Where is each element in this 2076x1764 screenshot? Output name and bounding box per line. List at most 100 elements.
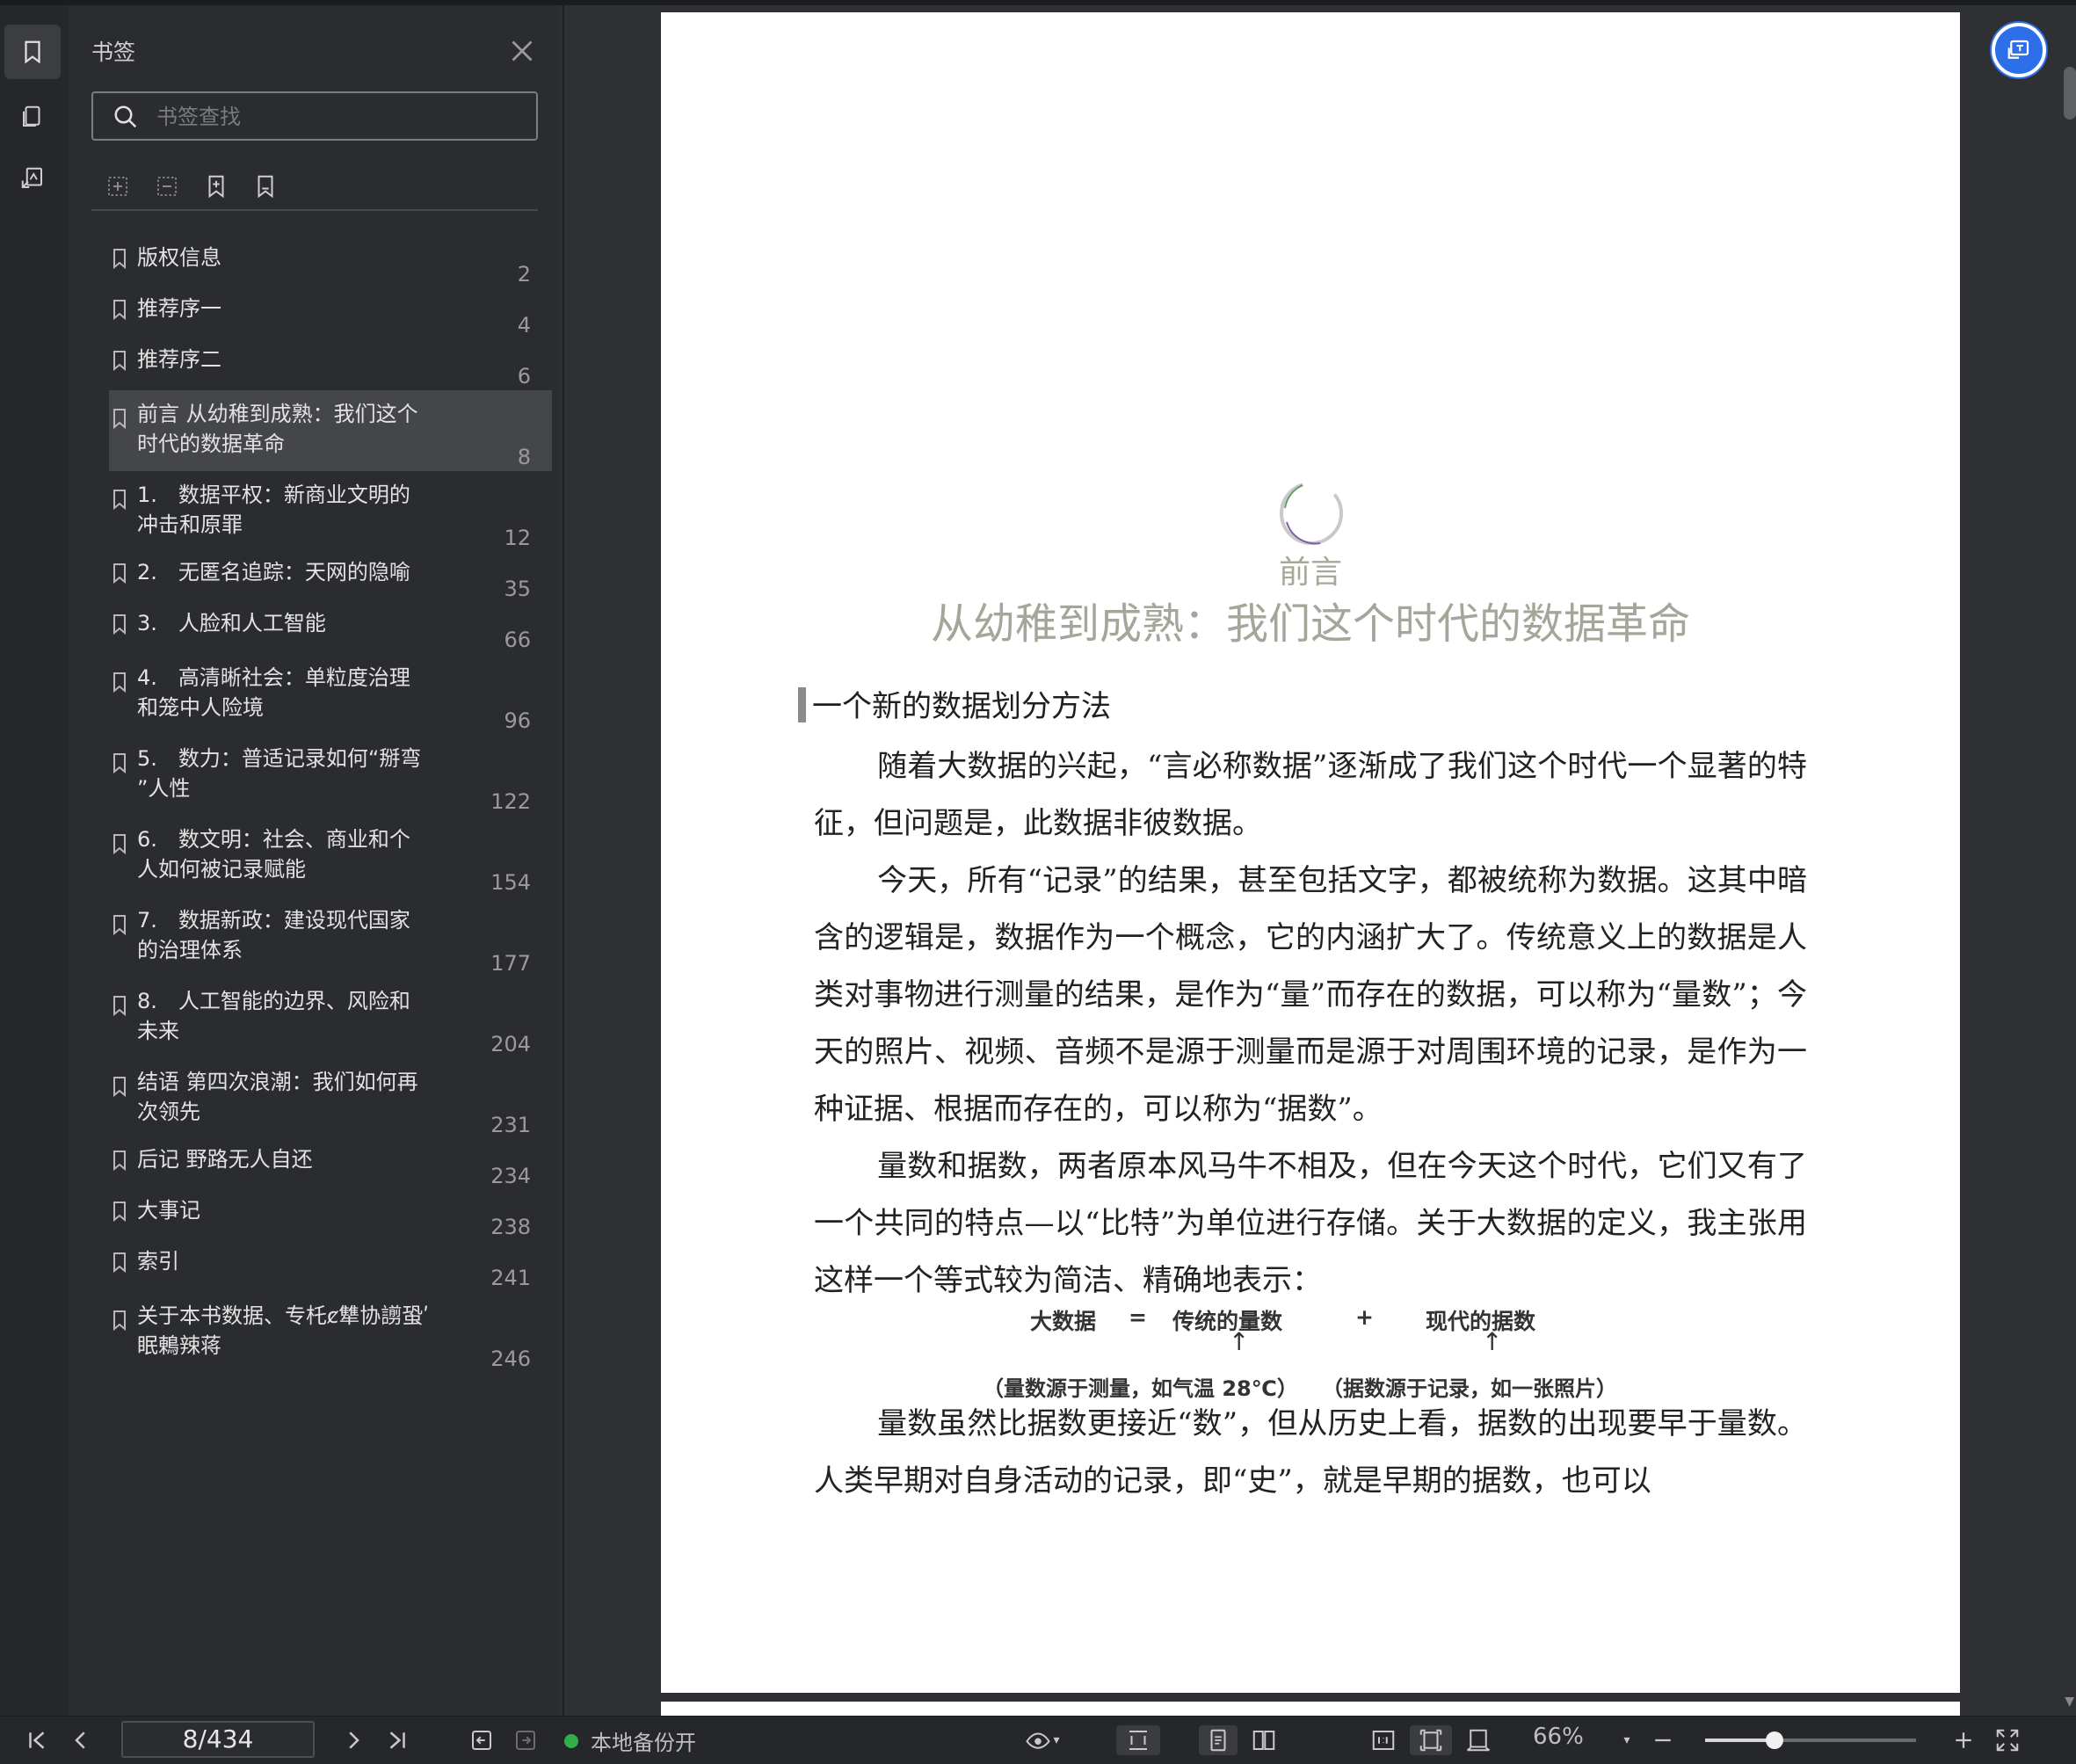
bookmark-search-input[interactable] [155,100,527,134]
scroll-mode-icon [1129,1731,1147,1750]
first-page-icon [29,1731,45,1749]
prev-page-button[interactable] [65,1725,97,1755]
continuous-scroll-button[interactable] [1116,1725,1160,1755]
bookmark-item[interactable]: 2. 无匿名追踪：天网的隐喻 35 [109,552,552,603]
backup-status-text: 本地备份开 [591,1731,696,1755]
single-page-button[interactable] [1199,1725,1238,1755]
bookmark-item[interactable]: 版权信息 2 [109,237,552,288]
zoom-level[interactable]: 66% [1533,1724,1584,1750]
bookmark-item[interactable]: 6. 数文明：社会、商业和个 人如何被记录赋能 154 [109,816,552,897]
fit-width-button[interactable] [1459,1725,1498,1755]
zoom-in-button[interactable] [1948,1725,1979,1755]
bookmark-label: 8. 人工智能的边界、风险和 未来 [137,989,410,1043]
bookmark-page: 177 [490,951,531,976]
bookmark-item[interactable]: 推荐序一 4 [109,288,552,339]
first-page-button[interactable] [21,1725,53,1755]
status-bar: 8/434 本地备份开 ▾ 66% ▾ [0,1716,2076,1764]
expand-all-icon [108,177,127,196]
bookmark-item[interactable]: 3. 人脸和人工智能 66 [109,603,552,654]
bookmark-item[interactable]: 8. 人工智能的边界、风险和 未来 204 [109,977,552,1058]
bookmark-item[interactable]: 索引 241 [109,1241,552,1292]
forward-icon [516,1731,535,1750]
bookmark-item-active[interactable]: 前言 从幼稚到成熟：我们这个 时代的数据革命 8 [109,390,552,471]
bookmark-item[interactable]: 5. 数力：普适记录如何“掰弯 ”人性 122 [109,735,552,816]
go-forward-button[interactable] [510,1725,541,1755]
formula-equals: = [1129,1304,1147,1330]
bookmark-item[interactable]: 大事记 238 [109,1190,552,1241]
bookmark-outline-button[interactable] [248,169,283,204]
bookmark-label: 大事记 [137,1198,200,1223]
section-heading-bar [798,687,806,722]
eye-protect-button[interactable]: ▾ [1018,1725,1067,1755]
bookmark-search-box [91,91,538,141]
chapter-ornament-icon [1280,482,1343,545]
zoom-out-button[interactable] [1647,1725,1679,1755]
bookmark-page: 12 [504,526,531,550]
backup-status[interactable]: 本地备份开 [564,1725,696,1756]
bookmark-item[interactable]: 推荐序二 6 [109,339,552,390]
bookmark-item[interactable]: 4. 高清晰社会：单粒度治理 和笼中人险境 96 [109,654,552,735]
zoom-slider[interactable] [1705,1731,1916,1749]
bookmark-item[interactable]: 1. 数据平权：新商业文明的 冲击和原罪 12 [109,471,552,552]
bookmark-page: 2 [517,262,531,287]
bookmark-icon [113,753,126,773]
backup-status-dot [564,1733,578,1748]
rail-bookmarks-button[interactable] [4,25,61,79]
bookmark-icon [113,1252,126,1273]
paragraph: 量数虽然比据数更接近“数”，但从历史上看，据数的出现要早于量数。人类早期对自身活… [814,1396,1807,1510]
bookmark-label: 前言 从幼稚到成熟：我们这个 时代的数据革命 [137,402,418,456]
paragraph: 今天，所有“记录”的结果，甚至包括文字，都被统称为数据。这其中暗含的逻辑是，数据… [814,853,1807,1138]
paragraph: 量数和据数，两者原本风马牛不相及，但在今天这个时代，它们又有了一个共同的特点—以… [814,1138,1807,1310]
page-number-input[interactable]: 8/434 [121,1721,315,1758]
bookmark-page: 154 [490,870,531,895]
formula-arrow-2: ↑ [1482,1327,1503,1356]
pages-icon [23,105,40,127]
annotation-icon [21,167,42,188]
bookmark-icon [113,672,126,693]
double-page-button[interactable] [1245,1725,1283,1755]
bookmark-label: 版权信息 [137,245,221,270]
actual-size-button[interactable] [1364,1725,1403,1755]
expand-all-button[interactable] [100,169,135,204]
floating-action-button[interactable] [1992,23,2046,77]
collapse-all-icon [157,177,177,196]
fit-width-icon [1466,1729,1491,1752]
bookmark-icon [113,1151,126,1171]
paragraph-text: 量数和据数，两者原本风马牛不相及，但在今天这个时代，它们又有了一个共同的特点—以… [814,1149,1807,1298]
bookmark-item[interactable]: 7. 数据新政：建设现代国家 的治理体系 177 [109,897,552,977]
book-icon [1252,1731,1275,1750]
add-bookmark-button[interactable] [199,169,234,204]
scroll-down-arrow-icon[interactable]: ▼ [2065,1695,2074,1709]
bookmark-page: 4 [517,313,531,338]
bookmark-label: 索引 [137,1249,179,1274]
formula-plus: + [1355,1304,1374,1330]
vertical-scrollbar-thumb[interactable] [2064,67,2076,120]
search-icon [114,105,137,128]
bookmark-panel: 书签 版权信息 2 推荐序一 4 [69,5,559,1716]
collapse-all-button[interactable] [149,169,185,204]
next-page-button[interactable] [338,1725,369,1755]
rail-annotations-button[interactable] [4,151,61,206]
fullscreen-button[interactable] [1990,1725,2025,1755]
fit-page-button[interactable] [1410,1725,1452,1755]
zoom-slider-knob[interactable] [1766,1731,1784,1749]
bookmark-icon [113,563,126,584]
bookmark-label: 关于本书数据、专杔ȼ犨协謭蛩ʹ 眠鶇辣蒋 [137,1303,429,1358]
bookmark-item[interactable]: 关于本书数据、专杔ȼ犨协謭蛩ʹ 眠鶇辣蒋 246 [109,1292,552,1373]
rail-thumbnails-button[interactable] [4,90,61,144]
dropdown-arrow-icon: ▾ [1053,1733,1060,1747]
bookmark-icon [113,409,126,429]
bookmark-icon [113,1310,126,1331]
bookmark-icon [113,300,126,320]
document-viewport[interactable]: 前言 从幼稚到成熟：我们这个时代的数据革命 一个新的数据划分方法 随着大数据的兴… [563,5,2076,1716]
actual-size-icon [1372,1731,1395,1750]
bookmark-outline-icon [258,175,273,199]
last-page-button[interactable] [381,1725,413,1755]
minus-icon [1655,1739,1671,1742]
bookmark-item[interactable]: 结语 第四次浪潮：我们如何再 次领先 231 [109,1058,552,1139]
bookmark-item[interactable]: 后记 野路无人自还 234 [109,1139,552,1190]
go-back-button[interactable] [466,1725,497,1755]
close-panel-button[interactable] [506,35,538,67]
single-page-icon [1210,1729,1226,1752]
zoom-dropdown-button[interactable]: ▾ [1614,1725,1640,1755]
